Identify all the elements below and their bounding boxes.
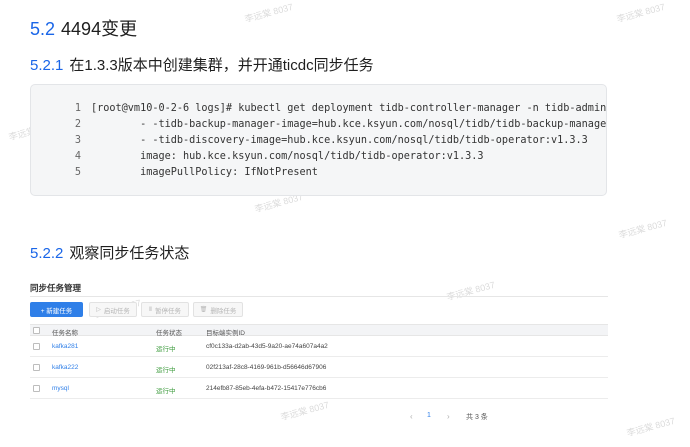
panel-title: 同步任务管理 (30, 283, 82, 293)
task-status: 运行中 (156, 346, 176, 353)
line-number: 5 (74, 166, 81, 178)
subsection-title: 在1.3.3版本中创建集群，并开通ticdc同步任务 (69, 57, 374, 74)
column-header-name: 任务名称 (52, 330, 78, 337)
line-number: 3 (74, 134, 81, 146)
task-status: 运行中 (156, 367, 176, 374)
watermark-text: 李远棠 8037 (625, 415, 677, 439)
task-status: 运行中 (156, 388, 176, 395)
line-number: 2 (74, 118, 81, 130)
task-name-link[interactable]: kafka281 (52, 343, 78, 350)
total-count: 共 3 条 (466, 414, 488, 421)
target-instance-id: 02f213af-28c8-4169-961b-d56646d67906 (206, 364, 327, 371)
select-all-checkbox[interactable] (33, 327, 40, 334)
delete-task-button[interactable]: 🗑 删除任务 (193, 302, 243, 317)
target-instance-id: cf0c133a-d2ab-43d5-9a20-ae74a607a4a2 (206, 343, 328, 350)
watermark-text: 李远棠 8037 (279, 399, 331, 423)
pause-task-button[interactable]: Ⅱ 暂停任务 (141, 302, 189, 317)
start-task-label: 启动任务 (103, 307, 130, 315)
row-checkbox[interactable] (33, 385, 40, 392)
code-text: - -tidb-backup-manager-image=hub.kce.ksy… (91, 118, 607, 130)
code-line: 2 - -tidb-backup-manager-image=hub.kce.k… (31, 116, 607, 132)
row-checkbox[interactable] (33, 364, 40, 371)
section-title: 4494变更 (61, 19, 138, 39)
code-line: 3 - -tidb-discovery-image=hub.kce.ksyun.… (31, 132, 588, 148)
column-header-target-id: 目标端实例ID (206, 330, 245, 337)
code-line: 4 image: hub.kce.ksyun.com/nosql/tidb/ti… (31, 148, 484, 164)
divider (30, 296, 608, 297)
column-header-status: 任务状态 (156, 330, 182, 337)
watermark-text: 李远棠 8037 (617, 217, 669, 241)
watermark-text: 李远棠 8037 (615, 1, 667, 25)
subsection-number: 5.2.1 (30, 57, 64, 74)
watermark-text: 李远棠 8037 (445, 279, 497, 303)
play-icon: ▷ (96, 307, 101, 313)
table-row: mysql 运行中 214efb87-85eb-4efa-b472-15417e… (30, 379, 608, 399)
table-row: kafka281 运行中 cf0c133a-d2ab-43d5-9a20-ae7… (30, 337, 608, 357)
subsection-title: 观察同步任务状态 (69, 245, 190, 262)
subsection-number: 5.2.2 (30, 245, 64, 262)
target-instance-id: 214efb87-85eb-4efa-b472-15417e776cb6 (206, 385, 327, 392)
pause-task-label: 暂停任务 (154, 307, 181, 315)
code-block: 1 [root@vm10-0-2-6 logs]# kubectl get dep… (30, 84, 607, 196)
start-task-button[interactable]: ▷ 启动任务 (89, 302, 137, 317)
code-text: image: hub.kce.ksyun.com/nosql/tidb/tidb… (91, 150, 484, 162)
trash-icon: 🗑 (199, 307, 208, 313)
section-number: 5.2 (30, 19, 56, 39)
subsection-heading-1: 5.2.1 在1.3.3版本中创建集群，并开通ticdc同步任务 (30, 54, 374, 75)
line-number: 1 (74, 102, 81, 114)
task-name-link[interactable]: kafka222 (52, 364, 78, 371)
next-page-icon[interactable]: › (447, 412, 450, 421)
table-header: 任务名称 任务状态 目标端实例ID (30, 324, 608, 337)
code-line: 1 [root@vm10-0-2-6 logs]# kubectl get dep… (31, 100, 607, 116)
subsection-heading-2: 5.2.2 观察同步任务状态 (30, 242, 189, 263)
line-number: 4 (74, 150, 81, 162)
delete-task-label: 删除任务 (210, 307, 237, 315)
task-name-link[interactable]: mysql (52, 385, 69, 392)
table-row: kafka222 运行中 02f213af-28c8-4169-961b-d56… (30, 358, 608, 378)
prev-page-icon[interactable]: ‹ (410, 412, 413, 421)
code-text: [root@vm10-0-2-6 logs]# kubectl get depl… (91, 102, 607, 114)
code-text: - -tidb-discovery-image=hub.kce.ksyun.co… (91, 134, 588, 146)
watermark-text: 李远棠 8037 (243, 1, 295, 25)
pause-icon: Ⅱ (149, 307, 152, 313)
code-text: imagePullPolicy: IfNotPresent (91, 166, 318, 178)
new-task-button[interactable]: + 新建任务 (30, 302, 83, 317)
current-page[interactable]: 1 (427, 412, 431, 419)
section-heading: 5.2 4494变更 (30, 15, 137, 41)
code-line: 5 imagePullPolicy: IfNotPresent (31, 164, 318, 180)
row-checkbox[interactable] (33, 343, 40, 350)
